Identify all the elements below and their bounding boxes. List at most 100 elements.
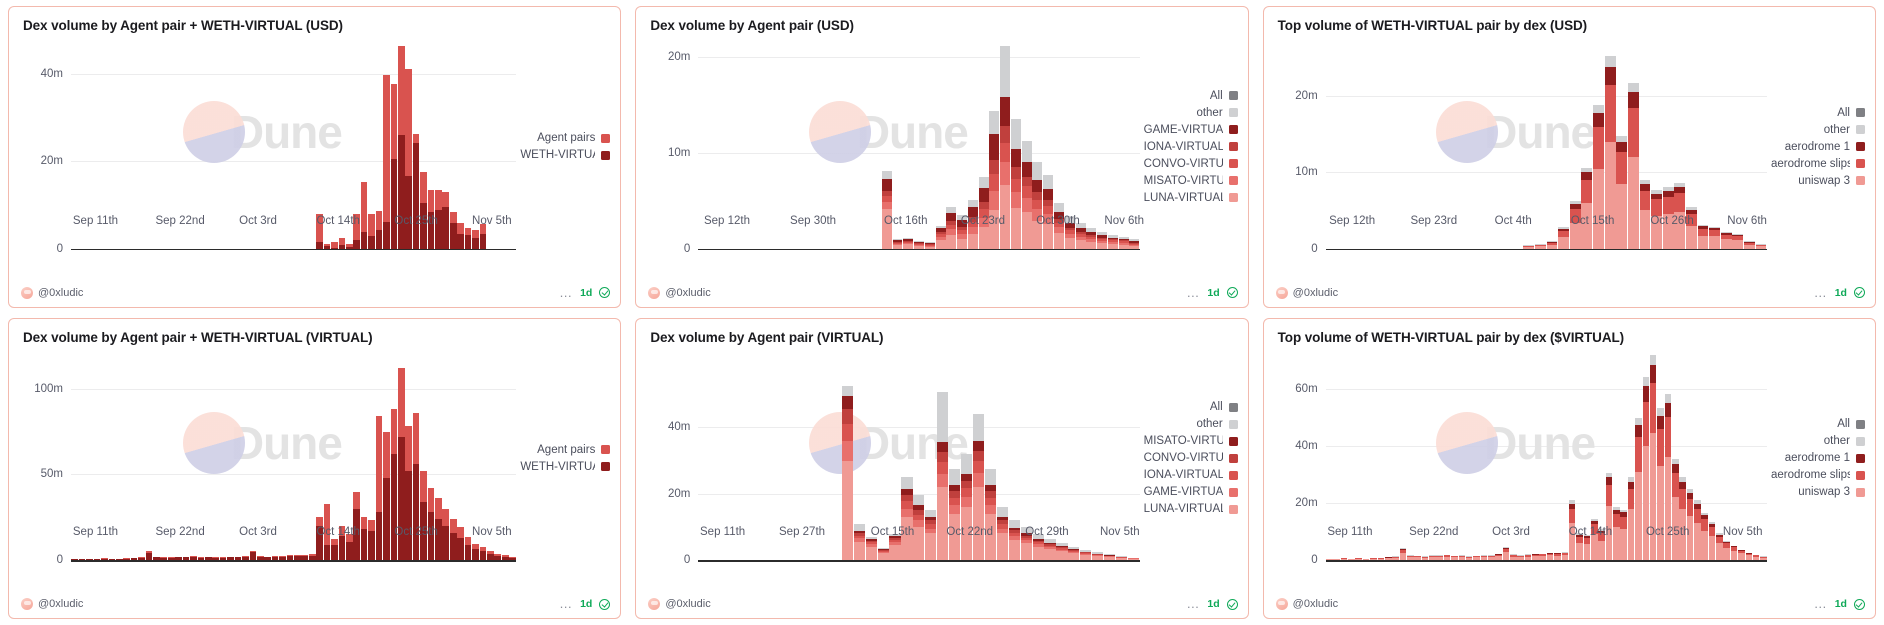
- legend-color-swatch: [1228, 142, 1238, 152]
- bar-segment: [1010, 149, 1021, 168]
- legend-item[interactable]: All: [1144, 401, 1238, 413]
- legend-item[interactable]: IONA-VIRTUAL: [1144, 469, 1238, 481]
- bar-segment: [1635, 425, 1642, 438]
- legend-item[interactable]: other: [1771, 124, 1865, 136]
- legend-color-swatch: [1228, 504, 1238, 514]
- refresh-interval-label[interactable]: 1d: [580, 598, 592, 610]
- legend-item[interactable]: All: [1771, 418, 1865, 430]
- more-options-button[interactable]: …: [1814, 597, 1828, 610]
- bar-segment: [390, 158, 398, 249]
- panel-title: Top volume of WETH-VIRTUAL pair by dex (…: [1277, 329, 1625, 345]
- y-axis-tick-label: 20m: [1295, 90, 1318, 103]
- panel-title: Top volume of WETH-VIRTUAL pair by dex (…: [1277, 18, 1588, 33]
- bar-segment: [961, 473, 973, 481]
- x-axis-tick-label: Oct 29th: [1025, 526, 1069, 538]
- x-axis-tick-label: Oct 15th: [870, 526, 915, 538]
- legend-item[interactable]: GAME-VIRTUAL: [1144, 486, 1238, 498]
- chart-panel: Dex volume by Agent pair (VIRTUAL) Dune 0 2…: [635, 317, 1249, 619]
- bar-segment: [1568, 508, 1576, 523]
- legend-item[interactable]: aerodrome slipstre: [1771, 158, 1865, 170]
- legend-item[interactable]: uniswap 3: [1771, 175, 1865, 187]
- legend-item[interactable]: GAME-VIRTUAL: [1144, 124, 1238, 136]
- more-options-button[interactable]: …: [1186, 597, 1200, 610]
- more-options-button[interactable]: …: [1186, 286, 1200, 299]
- panel-body: Dune 0 20m 40m 60m Sep 11th Sep 22nd Oct 3rd Oct…: [1264, 349, 1875, 595]
- chart-panel: Top volume of WETH-VIRTUAL pair by dex (…: [1262, 317, 1876, 619]
- legend-color-swatch: [1228, 419, 1238, 429]
- legend-item[interactable]: aerodrome slipstre: [1771, 469, 1865, 481]
- legend-item-label: LUNA-VIRTUAL: [1143, 191, 1223, 204]
- x-axis-line: [698, 560, 1140, 562]
- bar-segment: [1598, 540, 1605, 560]
- chart-legend: All other aerodrome 1 aerodrome slipstre uni…: [1771, 349, 1875, 595]
- legend-item[interactable]: aerodrome 1: [1771, 452, 1865, 464]
- legend-item[interactable]: other: [1771, 435, 1865, 447]
- legend-item[interactable]: uniswap 3: [1771, 486, 1865, 498]
- bar-segment: [1010, 192, 1021, 209]
- legend-color-swatch: [1228, 125, 1238, 135]
- refresh-interval-label[interactable]: 1d: [580, 287, 592, 299]
- legend-item-label: All: [1209, 89, 1223, 102]
- legend-item[interactable]: MISATO-VIRTUAL: [1144, 435, 1238, 447]
- refresh-interval-label[interactable]: 1d: [1835, 287, 1847, 299]
- refresh-interval-label[interactable]: 1d: [1207, 598, 1219, 610]
- legend-item-label: other: [1196, 418, 1223, 431]
- legend-item[interactable]: All: [1144, 90, 1238, 102]
- legend-item[interactable]: other: [1144, 107, 1238, 119]
- bar-segment: [1694, 508, 1701, 523]
- legend-item-label: IONA-VIRTUAL: [1143, 469, 1223, 482]
- legend-color-swatch: [1855, 125, 1865, 135]
- more-options-button[interactable]: …: [559, 286, 573, 299]
- bar-segment: [1657, 428, 1664, 466]
- bar-segment: [1639, 183, 1651, 191]
- legend-item[interactable]: MISATO-VIRTUAL: [1144, 175, 1238, 187]
- bar-segment: [353, 240, 361, 249]
- legend-item-label: CONVO-VIRTUAL: [1143, 157, 1223, 170]
- bar-segment: [1627, 481, 1635, 489]
- legend-item[interactable]: LUNA-VIRTUAL: [1144, 503, 1238, 515]
- x-axis-tick-label: Sep 11th: [72, 214, 119, 227]
- bar-segment: [1709, 236, 1720, 249]
- legend-item[interactable]: Agent pairs: [520, 444, 611, 456]
- legend-item[interactable]: CONVO-VIRTUAL: [1144, 158, 1238, 170]
- x-axis-tick-label: Oct 3rd: [239, 526, 277, 538]
- bar-segment: [1008, 540, 1020, 560]
- legend-item-label: MISATO-VIRTUAL: [1143, 174, 1223, 187]
- more-options-button[interactable]: …: [1814, 286, 1828, 299]
- bar-segment: [1000, 143, 1011, 163]
- legend-item[interactable]: other: [1144, 418, 1238, 430]
- legend-color-swatch: [1228, 402, 1238, 412]
- legend-item[interactable]: LUNA-VIRTUAL: [1144, 192, 1238, 204]
- bar-segment: [346, 542, 353, 560]
- legend-item[interactable]: Agent pairs: [520, 132, 611, 144]
- panel-author: @0xludic: [648, 286, 711, 299]
- x-axis-tick-label: Sep 27th: [779, 526, 826, 538]
- x-axis-tick-label: Sep 30th: [790, 214, 837, 227]
- legend-item-label: aerodrome 1: [1784, 140, 1850, 153]
- x-axis-tick-label: Sep 11th: [1327, 526, 1373, 538]
- refresh-interval-label[interactable]: 1d: [1207, 287, 1219, 299]
- legend-item[interactable]: WETH-VIRTUAL: [520, 149, 611, 161]
- legend-item[interactable]: CONVO-VIRTUAL: [1144, 452, 1238, 464]
- bar-segment: [949, 497, 961, 505]
- legend-item-label: GAME-VIRTUAL: [1143, 486, 1223, 499]
- more-options-button[interactable]: …: [559, 597, 573, 610]
- legend-color-swatch: [1855, 419, 1865, 429]
- y-axis-tick-label: 20m: [667, 51, 691, 64]
- bar-segment: [316, 517, 323, 526]
- x-axis-tick-label: Nov 6th: [1104, 214, 1145, 227]
- legend-item[interactable]: IONA-VIRTUAL: [1144, 141, 1238, 153]
- panel-title: Dex volume by Agent pair (VIRTUAL): [650, 329, 884, 345]
- bar-segment: [412, 464, 420, 560]
- legend-item[interactable]: WETH-VIRTUAL: [520, 461, 611, 473]
- legend-item[interactable]: aerodrome 1: [1771, 141, 1865, 153]
- legend-item-label: All: [1837, 106, 1850, 119]
- y-axis-tick-label: 0: [1311, 242, 1318, 255]
- legend-item[interactable]: All: [1771, 107, 1865, 119]
- bar-segment: [435, 498, 442, 519]
- bar-segment: [881, 201, 892, 210]
- refresh-interval-label[interactable]: 1d: [1835, 598, 1847, 610]
- bar-segment: [937, 392, 949, 442]
- y-axis-tick-label: 20m: [667, 487, 691, 500]
- plot-area: Dune 0 20m 40m Sep 11th Sep 22nd Oct 3rd Oct 14…: [9, 37, 520, 283]
